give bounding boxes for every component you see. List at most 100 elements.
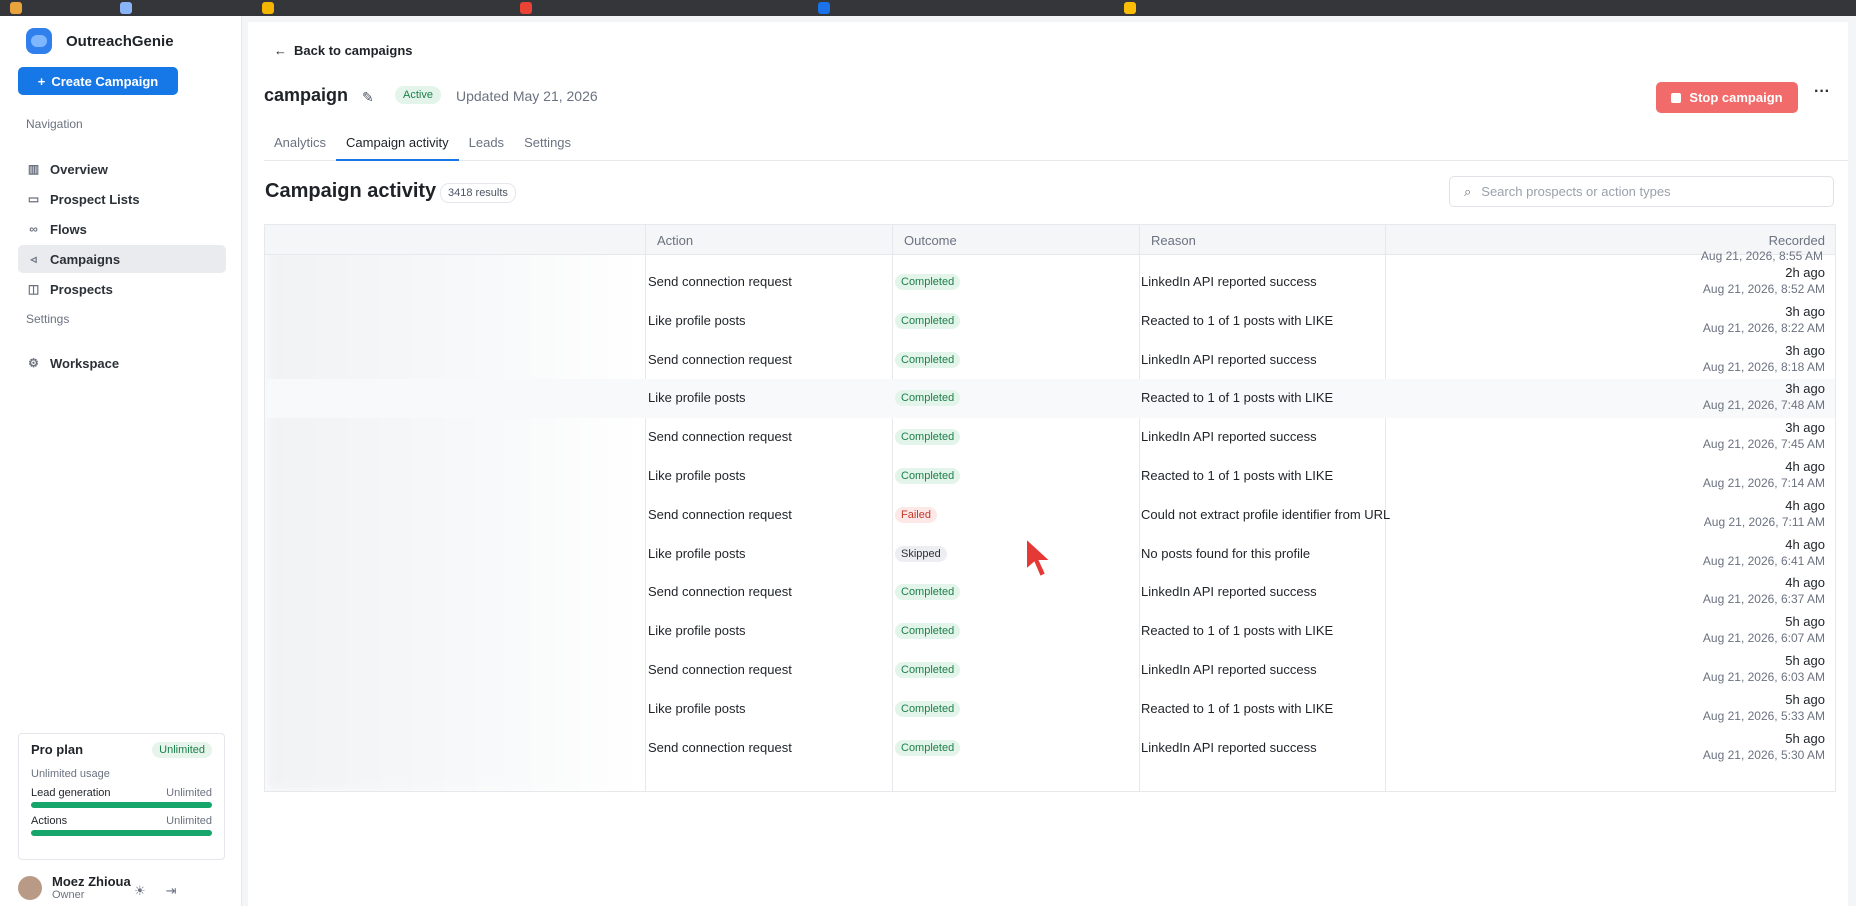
recorded-cell: 3h ago Aug 21, 2026, 7:45 AM <box>1703 420 1825 451</box>
brand[interactable]: OutreachGenie <box>26 28 174 54</box>
partial-recorded-date: Aug 21, 2026, 8:55 AM <box>1700 249 1823 263</box>
sidebar-item-prospects[interactable]: ◫ Prospects <box>18 275 226 303</box>
action-cell: Send connection request <box>648 739 792 755</box>
search-input[interactable] <box>1481 184 1812 199</box>
table-row[interactable]: Like profile posts Completed Reacted to 1 … <box>265 690 1835 729</box>
recorded-relative: 3h ago <box>1785 303 1825 319</box>
table-row[interactable]: Send connection request Failed Could not e… <box>265 496 1835 535</box>
table-row[interactable]: Like profile posts Completed Reacted to 1 … <box>265 457 1835 496</box>
recorded-relative: 4h ago <box>1785 497 1825 513</box>
column-header-reason[interactable]: Reason <box>1151 233 1196 248</box>
sidebar-item-flows[interactable]: ∞ Flows <box>18 215 226 243</box>
outcome-badge: Completed <box>895 468 961 484</box>
sidebar-item-label: Prospects <box>50 281 113 297</box>
reason-cell: LinkedIn API reported success <box>1141 429 1317 445</box>
sidebar-item-label: Flows <box>50 221 87 237</box>
plus-icon: + <box>37 73 46 89</box>
table-row[interactable]: Like profile posts Completed Reacted to 1 … <box>265 302 1835 341</box>
table-row[interactable]: Send connection request Completed LinkedIn… <box>265 341 1835 380</box>
recorded-absolute: Aug 21, 2026, 6:37 AM <box>1702 592 1825 607</box>
action-cell: Like profile posts <box>648 545 746 561</box>
logout-icon[interactable]: ⇥ <box>166 883 177 899</box>
gear-icon: ⚙ <box>28 356 39 370</box>
edit-icon[interactable]: ✎ <box>362 89 374 106</box>
sidebar-item-prospect-lists[interactable]: ▭ Prospect Lists <box>18 185 226 213</box>
action-cell: Like profile posts <box>648 700 746 716</box>
table-row[interactable]: Like profile posts Completed Reacted to 1 … <box>265 612 1835 651</box>
plan-card: Pro plan Unlimited Unlimited usage Lead … <box>18 733 225 860</box>
actions-value: Unlimited <box>166 815 212 827</box>
create-campaign-button[interactable]: + Create Campaign <box>18 67 178 95</box>
action-cell: Send connection request <box>648 274 792 289</box>
outcome-badge: Completed <box>895 351 961 368</box>
recorded-absolute: Aug 21, 2026, 5:33 AM <box>1702 708 1825 723</box>
bookmark-icon[interactable] <box>1124 2 1136 14</box>
activity-table: Action Outcome Reason Recorded Aug 21, 2… <box>264 224 1836 792</box>
recorded-relative: 3h ago <box>1785 381 1825 397</box>
bookmark-icon[interactable] <box>120 2 132 14</box>
sidebar-item-label: Campaigns <box>50 251 121 267</box>
sidebar-item-overview[interactable]: ▥ Overview <box>18 155 226 183</box>
sidebar-item-campaigns[interactable]: ◃ Campaigns <box>18 245 226 273</box>
tab-analytics[interactable]: Analytics <box>264 133 336 161</box>
table-row[interactable]: Send connection request Completed LinkedIn… <box>265 651 1835 690</box>
back-link[interactable]: ← Back to campaigns <box>274 43 413 58</box>
bookmark-icon[interactable] <box>520 2 532 14</box>
bookmark-icon[interactable] <box>262 2 274 14</box>
recorded-cell: 5h ago Aug 21, 2026, 5:30 AM <box>1703 731 1825 762</box>
user-profile[interactable]: Moez Zhioua Owner <box>18 874 131 901</box>
table-row[interactable]: Send connection request Completed LinkedIn… <box>265 729 1835 768</box>
sidebar-item-label: Prospect Lists <box>50 191 140 207</box>
recorded-cell: 4h ago Aug 21, 2026, 6:37 AM <box>1703 575 1825 606</box>
outcome-cell: Failed <box>895 506 937 523</box>
outcome-badge: Completed <box>895 662 961 678</box>
table-row[interactable]: Send connection request Completed LinkedIn… <box>265 263 1835 302</box>
more-options-icon[interactable]: ··· <box>1814 83 1830 101</box>
recorded-absolute: Aug 21, 2026, 5:30 AM <box>1702 747 1825 762</box>
reason-cell: LinkedIn API reported success <box>1141 351 1317 367</box>
recorded-relative: 4h ago <box>1785 536 1825 552</box>
user-role: Owner <box>52 889 85 901</box>
action-cell: Send connection request <box>648 584 792 600</box>
recorded-cell: 4h ago Aug 21, 2026, 7:11 AM <box>1704 498 1825 529</box>
outcome-cell: Completed <box>895 661 961 678</box>
recorded-absolute: Aug 21, 2026, 6:03 AM <box>1702 670 1825 684</box>
action-cell: Like profile posts <box>648 468 746 483</box>
recorded-absolute: Aug 21, 2026, 8:52 AM <box>1702 282 1825 296</box>
recorded-cell: 2h ago Aug 21, 2026, 8:52 AM <box>1703 265 1825 296</box>
search-icon: ⌕ <box>1464 183 1472 199</box>
tab-leads[interactable]: Leads <box>459 133 514 161</box>
recorded-absolute: Aug 21, 2026, 6:07 AM <box>1702 631 1825 646</box>
lead-generation-label: Lead generation <box>31 787 111 799</box>
sidebar-item-workspace[interactable]: ⚙ Workspace <box>18 349 226 377</box>
section-title: Campaign activity <box>265 180 437 202</box>
page-title: campaign <box>264 85 349 105</box>
bookmark-icon[interactable] <box>10 2 22 14</box>
table-row[interactable]: Like profile posts Completed Reacted to 1 … <box>265 379 1835 419</box>
app-name: OutreachGenie <box>66 32 174 50</box>
app-logo-icon <box>26 28 52 54</box>
stop-campaign-button[interactable]: Stop campaign <box>1656 82 1798 113</box>
column-header-recorded[interactable]: Recorded <box>1769 233 1825 248</box>
recorded-cell: 5h ago Aug 21, 2026, 5:33 AM <box>1703 692 1825 723</box>
recorded-relative: 3h ago <box>1785 420 1825 436</box>
search-box[interactable]: ⌕ <box>1449 176 1834 207</box>
bookmark-icon[interactable] <box>818 2 830 14</box>
tab-settings[interactable]: Settings <box>514 133 581 161</box>
column-header-action[interactable]: Action <box>657 233 693 248</box>
actions-label: Actions <box>31 815 68 827</box>
tab-campaign-activity[interactable]: Campaign activity <box>336 133 459 161</box>
outcome-cell: Skipped <box>895 545 947 562</box>
avatar <box>18 875 42 900</box>
stop-label: Stop campaign <box>1689 90 1783 105</box>
action-cell: Send connection request <box>648 429 792 445</box>
outcome-cell: Completed <box>895 467 961 484</box>
table-row[interactable]: Send connection request Completed LinkedIn… <box>265 418 1835 457</box>
column-header-outcome[interactable]: Outcome <box>904 233 957 248</box>
recorded-relative: 5h ago <box>1785 730 1825 746</box>
theme-toggle-icon[interactable]: ☀ <box>134 883 146 899</box>
lead-generation-value: Unlimited <box>166 787 212 799</box>
outcome-cell: Completed <box>895 739 961 756</box>
action-cell: Like profile posts <box>648 390 746 406</box>
recorded-cell: 3h ago Aug 21, 2026, 8:22 AM <box>1703 304 1825 335</box>
